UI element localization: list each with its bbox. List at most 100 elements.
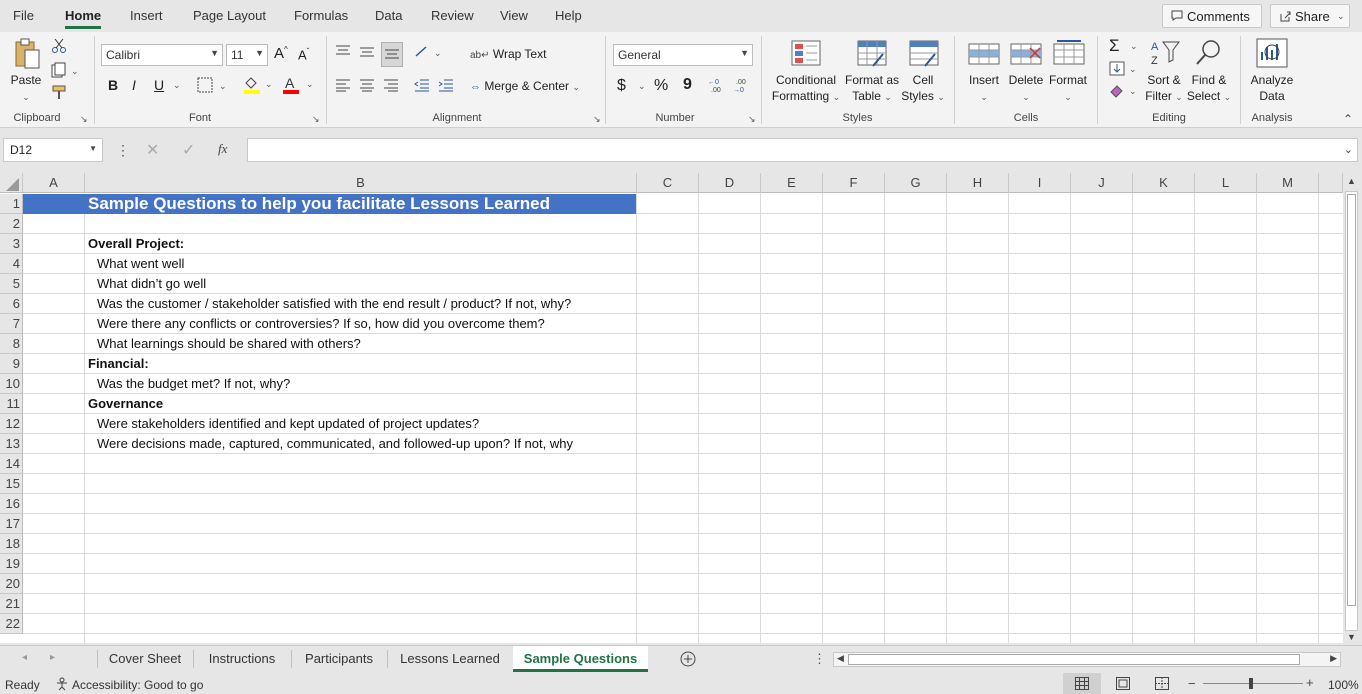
expand-formula-icon[interactable]: ⌄	[1344, 143, 1353, 156]
select-all-corner[interactable]	[0, 173, 23, 193]
align-middle-icon[interactable]	[359, 46, 375, 63]
column-header-i[interactable]: I	[1009, 173, 1071, 193]
question-cell[interactable]: Was the budget met? If not, why?	[97, 374, 290, 394]
column-header-j[interactable]: J	[1071, 173, 1133, 193]
underline-button[interactable]: U	[154, 77, 164, 93]
chevron-down-icon[interactable]: ⌄	[1130, 41, 1138, 52]
normal-view-button[interactable]	[1063, 673, 1101, 694]
align-center-icon[interactable]	[359, 78, 375, 95]
decrease-indent-icon[interactable]	[414, 78, 430, 95]
font-name-dropdown[interactable]: Calibri ▼	[101, 44, 223, 66]
column-header-h[interactable]: H	[947, 173, 1009, 193]
vertical-scrollbar[interactable]: ▲ ▼	[1343, 173, 1362, 645]
row-header-13[interactable]: 13	[0, 434, 23, 454]
row-header-6[interactable]: 6	[0, 294, 23, 314]
scrollbar-thumb[interactable]	[1347, 194, 1356, 606]
align-bottom-icon[interactable]	[381, 42, 403, 67]
align-top-icon[interactable]	[335, 44, 351, 61]
borders-icon[interactable]: ⌄	[197, 77, 227, 96]
sheet-tab-sample-questions[interactable]: Sample Questions	[513, 646, 648, 672]
question-cell[interactable]: What learnings should be shared with oth…	[97, 334, 361, 354]
scrollbar-track[interactable]	[1345, 191, 1358, 631]
column-header-b[interactable]: B	[85, 173, 637, 193]
menu-tab-view[interactable]: View	[500, 8, 528, 23]
row-header-2[interactable]: 2	[0, 214, 23, 234]
row-header-3[interactable]: 3	[0, 234, 23, 254]
row-header-14[interactable]: 14	[0, 454, 23, 474]
fill-color-icon[interactable]: ⌄	[243, 75, 273, 98]
column-header-e[interactable]: E	[761, 173, 823, 193]
worksheet-grid[interactable]: A B C D E F G H I J K L M 1 2 3 4 5 6 7 8 9 10 11 12 13 14 15 16 17 18…	[0, 173, 1343, 643]
column-header-l[interactable]: L	[1195, 173, 1257, 193]
paste-button[interactable]: Paste ⌄	[8, 72, 44, 105]
row-header-1[interactable]: 1	[0, 194, 23, 214]
formula-input[interactable]: ⌄	[247, 138, 1358, 162]
sheet-tab-participants[interactable]: Participants	[292, 646, 386, 672]
chevron-down-icon[interactable]: ⌄	[638, 81, 646, 92]
conditional-formatting-button[interactable]: Conditional Formatting ⌄	[768, 72, 844, 105]
dialog-launcher-icon[interactable]: ↘	[748, 114, 756, 125]
row-header-17[interactable]: 17	[0, 514, 23, 534]
insert-cells-button[interactable]: Insert ⌄	[964, 72, 1004, 105]
row-header-21[interactable]: 21	[0, 594, 23, 614]
decrease-decimal-icon[interactable]: .00 →0	[732, 76, 754, 97]
question-cell[interactable]: Was the customer / stakeholder satisfied…	[97, 294, 571, 314]
percent-button[interactable]: %	[654, 77, 668, 95]
menu-tab-insert[interactable]: Insert	[130, 8, 163, 23]
row-header-15[interactable]: 15	[0, 474, 23, 494]
row-header-10[interactable]: 10	[0, 374, 23, 394]
section-heading-cell[interactable]: Financial:	[88, 354, 149, 374]
analyze-data-button[interactable]: Analyze Data	[1246, 72, 1298, 104]
dialog-launcher-icon[interactable]: ↘	[80, 114, 88, 125]
dialog-launcher-icon[interactable]: ↘	[593, 114, 601, 125]
more-options-icon[interactable]: ⋮	[116, 142, 130, 159]
zoom-slider[interactable]	[1203, 678, 1303, 689]
section-heading-cell[interactable]: Governance	[88, 394, 163, 414]
zoom-slider-thumb[interactable]	[1249, 678, 1253, 689]
column-header-d[interactable]: D	[699, 173, 761, 193]
row-header-4[interactable]: 4	[0, 254, 23, 274]
dialog-launcher-icon[interactable]: ↘	[312, 114, 320, 125]
chevron-down-icon[interactable]: ⌄	[173, 80, 181, 91]
bold-button[interactable]: B	[108, 77, 118, 93]
chevron-down-icon[interactable]: ⌄	[1337, 11, 1345, 22]
row-header-22[interactable]: 22	[0, 614, 23, 634]
increase-font-icon[interactable]: A^	[274, 45, 288, 62]
copy-icon[interactable]: ⌄	[51, 62, 79, 81]
sheet-tab-instructions[interactable]: Instructions	[194, 646, 290, 672]
share-button[interactable]: Share ⌄	[1270, 4, 1350, 28]
menu-tab-page-layout[interactable]: Page Layout	[193, 8, 266, 23]
format-painter-icon[interactable]	[51, 84, 67, 103]
row-header-7[interactable]: 7	[0, 314, 23, 334]
horizontal-scrollbar[interactable]: ◀ ▶	[833, 652, 1341, 667]
row-header-9[interactable]: 9	[0, 354, 23, 374]
merge-center-button[interactable]: ⇔ Merge & Center ⌄	[470, 78, 580, 95]
increase-indent-icon[interactable]	[438, 78, 454, 95]
comma-button[interactable]: 9	[683, 76, 692, 94]
cut-icon[interactable]	[52, 38, 66, 57]
zoom-level[interactable]: 100%	[1328, 678, 1359, 692]
row-header-12[interactable]: 12	[0, 414, 23, 434]
zoom-in-icon[interactable]: +	[1306, 675, 1314, 690]
sheet-tab-lessons-learned[interactable]: Lessons Learned	[388, 646, 512, 672]
row-header-5[interactable]: 5	[0, 274, 23, 294]
number-format-dropdown[interactable]: General ▼	[613, 44, 753, 66]
fill-down-icon[interactable]: ⌄	[1109, 61, 1137, 80]
cancel-icon[interactable]: ✕	[146, 140, 159, 160]
sort-filter-button[interactable]: Sort & Filter ⌄	[1142, 72, 1186, 105]
accessibility-icon[interactable]	[55, 677, 69, 691]
row-header-11[interactable]: 11	[0, 394, 23, 414]
question-cell[interactable]: Were stakeholders identified and kept up…	[97, 414, 479, 434]
font-color-icon[interactable]: A ⌄	[282, 75, 314, 98]
page-break-view-icon[interactable]	[1155, 677, 1169, 690]
menu-tab-data[interactable]: Data	[375, 8, 402, 23]
menu-tab-review[interactable]: Review	[431, 8, 474, 23]
page-layout-view-icon[interactable]	[1116, 677, 1130, 690]
collapse-ribbon-icon[interactable]: ⌃	[1343, 112, 1353, 126]
cell-styles-button[interactable]: Cell Styles ⌄	[900, 72, 946, 105]
column-header-f[interactable]: F	[823, 173, 885, 193]
wrap-text-button[interactable]: ab↵ Wrap Text	[470, 46, 546, 64]
row-header-8[interactable]: 8	[0, 334, 23, 354]
scroll-tabs-left-icon[interactable]: ◂	[22, 652, 27, 663]
align-left-icon[interactable]	[335, 78, 351, 95]
